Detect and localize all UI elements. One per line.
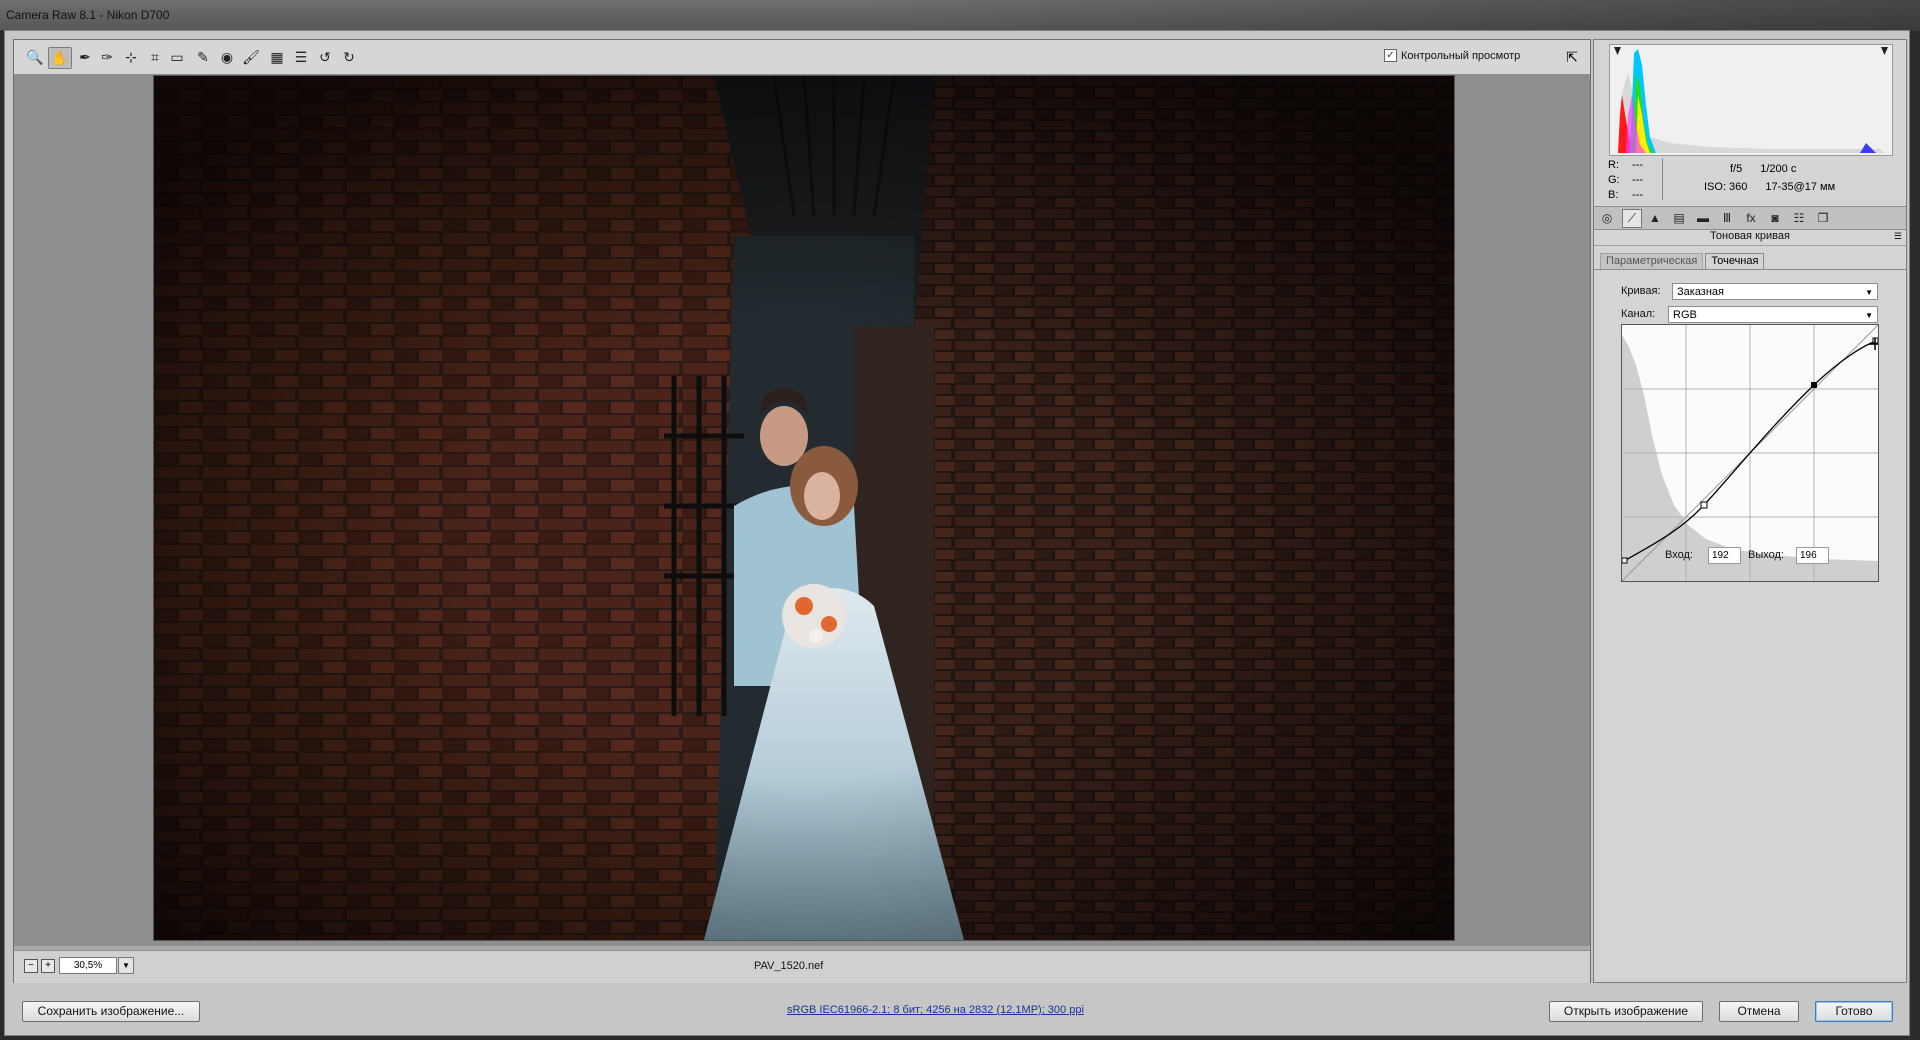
fullscreen-icon[interactable]: ⇱ [1562,47,1582,67]
adjustment-brush-icon[interactable]: 🖌 [240,47,262,67]
work-area: ✓ Контрольный просмотр ⇱ 🔍 ✋ ✒ ✑ ⊹ ⌗ ▭ ✎ ◉ 🖌 ▦ ☰ ↺ ↻ [13,39,1591,983]
rgb-readout: R: --- G: --- B: --- [1608,158,1656,203]
curve-label: Кривая: [1621,285,1661,297]
curve-select-value: Заказная [1677,286,1725,298]
zoom-tool-icon[interactable]: 🔍 [24,47,46,67]
output-value-field[interactable]: 196 [1796,547,1829,564]
preview-label: Контрольный просмотр [1401,49,1521,62]
white-balance-tool-icon[interactable]: ✒ [74,47,96,67]
status-bar: − + 30,5% ▼ PAV_1520.nef [14,950,1590,983]
save-image-button[interactable]: Сохранить изображение... [22,1001,200,1022]
aperture: f/5 [1730,163,1743,175]
snapshots-tab-icon[interactable]: ❐ [1814,209,1832,226]
chevron-down-icon: ▼ [1865,288,1873,297]
chevron-down-icon: ▼ [1865,311,1873,320]
photo-preview[interactable] [153,75,1455,941]
input-label: Вход: [1665,549,1693,561]
panel-tab-icons: ◎ ⟋ ▲ ▤ ▬ Ⅲ fx ◙ ☷ ❐ [1594,206,1906,230]
targeted-adjustment-tool-icon[interactable]: ⊹ [120,47,142,67]
panel-menu-icon[interactable]: ☰ [1894,231,1902,242]
photo-image [154,76,1454,940]
color-sampler-tool-icon[interactable]: ✑ [96,47,118,67]
zoom-in-button[interactable]: + [41,959,55,973]
zoom-level-field[interactable]: 30,5% [59,957,117,974]
straighten-tool-icon[interactable]: ▭ [166,47,188,67]
zoom-out-button[interactable]: − [24,959,38,973]
rotate-cw-icon[interactable]: ↻ [338,47,360,67]
lens-corrections-tab-icon[interactable]: Ⅲ [1718,209,1736,226]
lens: 17-35@17 мм [1765,181,1836,193]
detail-tab-icon[interactable]: ▲ [1646,209,1664,226]
b-value: --- [1632,189,1643,201]
file-name: PAV_1520.nef [754,960,824,972]
done-button[interactable]: Готово [1815,1001,1893,1022]
graduated-filter-icon[interactable]: ▦ [266,47,288,67]
histogram-graph [1610,45,1892,155]
output-label: Выход: [1748,549,1784,561]
radial-filter-icon[interactable]: ☰ [290,47,312,67]
histogram [1609,44,1893,156]
channel-label: Канал: [1621,308,1656,320]
input-value-field[interactable]: 192 [1708,547,1741,564]
camera-raw-dialog: ✓ Контрольный просмотр ⇱ 🔍 ✋ ✒ ✑ ⊹ ⌗ ▭ ✎ ◉ 🖌 ▦ ☰ ↺ ↻ [4,30,1910,1036]
channel-select[interactable]: RGB ▼ [1668,306,1878,323]
red-eye-tool-icon[interactable]: ◉ [216,47,238,67]
zoom-dropdown-icon[interactable]: ▼ [118,957,134,974]
readout-divider [1662,158,1663,200]
open-image-button[interactable]: Открыть изображение [1549,1001,1703,1022]
basic-tab-icon[interactable]: ◎ [1598,209,1616,226]
crop-tool-icon[interactable]: ⌗ [144,47,166,67]
curve-select[interactable]: Заказная ▼ [1672,283,1878,300]
spot-removal-tool-icon[interactable]: ✎ [192,47,214,67]
title-bar-shade [860,0,1920,30]
window-title: Camera Raw 8.1 - Nikon D700 [6,8,170,22]
preview-checkbox[interactable]: ✓ [1384,49,1397,62]
workflow-options-link[interactable]: sRGB IEC61966-2.1; 8 бит; 4256 на 2832 (… [787,1004,1084,1016]
presets-tab-icon[interactable]: ☷ [1790,209,1808,226]
tone-curve-graph[interactable] [1621,324,1881,582]
panel-title: Тоновая кривая [1594,230,1906,246]
image-canvas[interactable] [14,75,1590,946]
curve-subtabs: Параметрическая Точечная [1600,253,1765,269]
g-value: --- [1632,174,1643,186]
iso: ISO: 360 [1704,181,1748,193]
tone-curve-tab-icon[interactable]: ⟋ [1622,209,1642,228]
split-toning-tab-icon[interactable]: ▬ [1694,209,1712,226]
title-bar: Camera Raw 8.1 - Nikon D700 [0,0,1920,31]
toolbar: ✓ Контрольный просмотр ⇱ 🔍 ✋ ✒ ✑ ⊹ ⌗ ▭ ✎ ◉ 🖌 ▦ ☰ ↺ ↻ [14,40,1590,75]
preview-toggle[interactable]: ✓ Контрольный просмотр [1384,49,1520,62]
right-panel: R: --- G: --- B: --- f/5 1/200 с ISO: 360 17-… [1593,39,1907,983]
shutter-speed: 1/200 с [1760,163,1797,175]
bottom-bar: Сохранить изображение... sRGB IEC61966-2… [5,987,1909,1035]
rotate-ccw-icon[interactable]: ↺ [314,47,336,67]
effects-tab-icon[interactable]: fx [1742,209,1760,226]
hsl-tab-icon[interactable]: ▤ [1670,209,1688,226]
camera-calibration-tab-icon[interactable]: ◙ [1766,209,1784,226]
tone-curve-editor[interactable] [1621,324,1881,582]
hand-tool-icon[interactable]: ✋ [48,47,72,69]
tab-parametric[interactable]: Параметрическая [1600,253,1704,269]
cancel-button[interactable]: Отмена [1719,1001,1799,1022]
channel-select-value: RGB [1673,309,1697,321]
r-value: --- [1632,159,1643,171]
subtab-divider [1594,269,1906,270]
exif-info: f/5 1/200 с ISO: 360 17-35@17 мм [1704,160,1835,196]
tab-point[interactable]: Точечная [1705,253,1765,269]
